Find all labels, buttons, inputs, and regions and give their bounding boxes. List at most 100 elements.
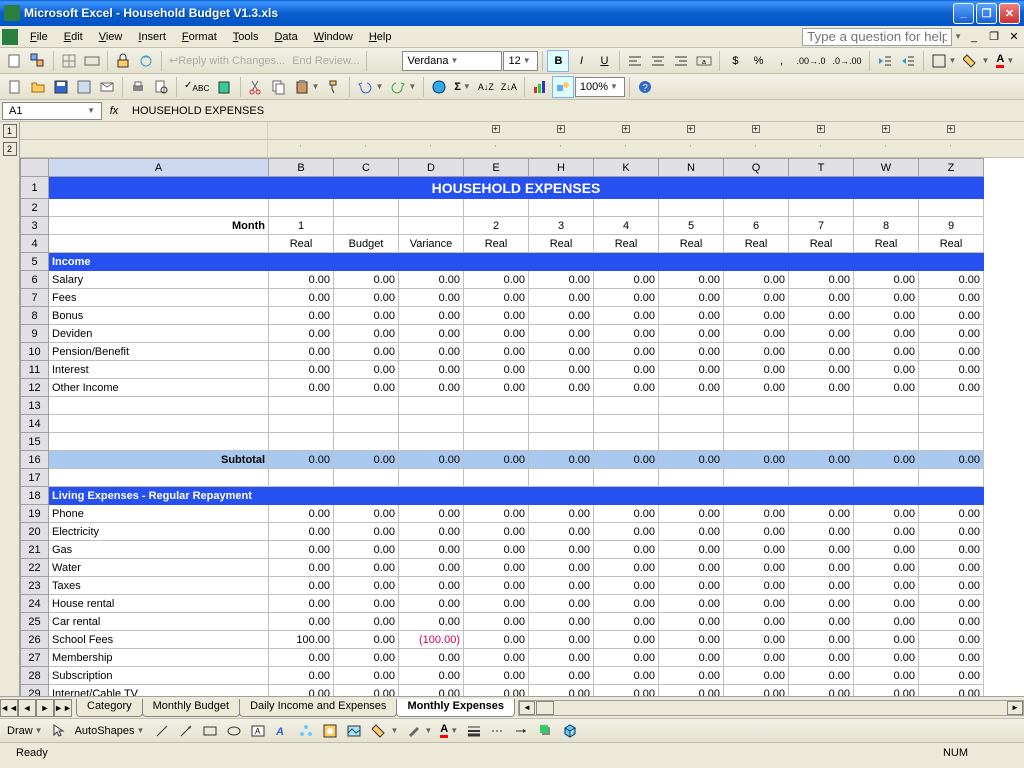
value-cell[interactable]: 0.00 — [789, 361, 854, 379]
outline-expand-col[interactable]: + — [853, 122, 918, 139]
value-cell[interactable]: 0.00 — [659, 559, 724, 577]
cell[interactable] — [594, 415, 659, 433]
cell[interactable] — [594, 469, 659, 487]
value-cell[interactable]: 0.00 — [919, 577, 984, 595]
cell[interactable] — [464, 397, 529, 415]
value-cell[interactable]: 0.00 — [854, 361, 919, 379]
cell[interactable] — [334, 397, 399, 415]
subheader-cell[interactable]: Real — [529, 235, 594, 253]
value-cell[interactable]: 0.00 — [854, 577, 919, 595]
subtotal-cell[interactable]: 0.00 — [724, 451, 789, 469]
autosum-button[interactable]: Σ▼ — [451, 76, 474, 98]
sheet-tab-category[interactable]: Category — [76, 699, 143, 717]
value-cell[interactable]: 0.00 — [399, 289, 464, 307]
value-cell[interactable]: 0.00 — [789, 559, 854, 577]
cell[interactable] — [659, 469, 724, 487]
subheader-cell[interactable]: Real — [919, 235, 984, 253]
merge-button[interactable] — [81, 50, 103, 72]
underline-button[interactable]: U — [593, 50, 615, 72]
merge-center-button[interactable]: a — [693, 50, 715, 72]
row-header-19[interactable]: 19 — [21, 505, 49, 523]
updates-button[interactable] — [135, 50, 157, 72]
value-cell[interactable]: 0.00 — [724, 667, 789, 685]
cell[interactable] — [464, 469, 529, 487]
value-cell[interactable]: 0.00 — [529, 379, 594, 397]
value-cell[interactable]: 0.00 — [594, 559, 659, 577]
comma-button[interactable]: , — [770, 50, 792, 72]
value-cell[interactable]: 0.00 — [919, 361, 984, 379]
value-cell[interactable]: 0.00 — [464, 289, 529, 307]
cell[interactable] — [854, 415, 919, 433]
cell[interactable] — [269, 433, 334, 451]
value-cell[interactable]: 0.00 — [399, 379, 464, 397]
value-cell[interactable]: 0.00 — [594, 685, 659, 697]
increase-decimal-button[interactable]: .00→.0 — [793, 50, 828, 72]
value-cell[interactable]: 0.00 — [399, 685, 464, 697]
align-right-button[interactable] — [670, 50, 692, 72]
value-cell[interactable]: 0.00 — [464, 595, 529, 613]
item-label[interactable]: Internet/Cable TV — [49, 685, 269, 697]
value-cell[interactable]: 0.00 — [464, 343, 529, 361]
row-header-9[interactable]: 9 — [21, 325, 49, 343]
month-cell[interactable]: 8 — [854, 217, 919, 235]
month-label[interactable]: Month — [49, 217, 269, 235]
subtotal-cell[interactable]: 0.00 — [269, 451, 334, 469]
row-header-17[interactable]: 17 — [21, 469, 49, 487]
value-cell[interactable]: 0.00 — [269, 595, 334, 613]
subheader-cell[interactable]: Real — [724, 235, 789, 253]
value-cell[interactable]: 0.00 — [854, 559, 919, 577]
subheader-cell[interactable]: Real — [594, 235, 659, 253]
value-cell[interactable]: 0.00 — [269, 613, 334, 631]
value-cell[interactable]: 0.00 — [724, 685, 789, 697]
value-cell[interactable]: 0.00 — [464, 307, 529, 325]
chart-wizard-button[interactable] — [529, 76, 551, 98]
value-cell[interactable]: 0.00 — [724, 271, 789, 289]
cell[interactable] — [49, 235, 269, 253]
value-cell[interactable]: 0.00 — [529, 361, 594, 379]
textbox-tool[interactable]: A — [247, 720, 269, 742]
value-cell[interactable]: 0.00 — [464, 685, 529, 697]
increase-indent-button[interactable] — [897, 50, 919, 72]
help-button[interactable]: ? — [634, 76, 656, 98]
value-cell[interactable]: 0.00 — [724, 595, 789, 613]
value-cell[interactable]: 0.00 — [789, 667, 854, 685]
column-header-D[interactable]: D — [399, 159, 464, 177]
value-cell[interactable]: 0.00 — [269, 523, 334, 541]
value-cell[interactable]: 0.00 — [659, 505, 724, 523]
value-cell[interactable]: 0.00 — [334, 271, 399, 289]
value-cell[interactable]: 0.00 — [399, 523, 464, 541]
column-header-E[interactable]: E — [464, 159, 529, 177]
value-cell[interactable]: 0.00 — [594, 361, 659, 379]
value-cell[interactable]: 0.00 — [269, 325, 334, 343]
value-cell[interactable]: 0.00 — [854, 289, 919, 307]
select-objects-button[interactable] — [48, 720, 70, 742]
value-cell[interactable]: 0.00 — [529, 271, 594, 289]
doc-restore-button[interactable]: ❐ — [986, 29, 1002, 45]
cell[interactable] — [49, 433, 269, 451]
value-cell[interactable]: 0.00 — [399, 649, 464, 667]
value-cell[interactable]: 0.00 — [529, 307, 594, 325]
subheader-cell[interactable]: Real — [659, 235, 724, 253]
value-cell[interactable]: 0.00 — [789, 271, 854, 289]
value-cell[interactable]: 0.00 — [594, 343, 659, 361]
value-cell[interactable]: 0.00 — [464, 379, 529, 397]
tab-nav-prev[interactable]: ◄ — [18, 699, 36, 717]
value-cell[interactable]: 0.00 — [399, 667, 464, 685]
value-cell[interactable]: 0.00 — [659, 379, 724, 397]
column-header-B[interactable]: B — [269, 159, 334, 177]
value-cell[interactable]: 0.00 — [854, 667, 919, 685]
cell[interactable] — [399, 199, 464, 217]
value-cell[interactable]: 0.00 — [724, 559, 789, 577]
line-tool[interactable] — [151, 720, 173, 742]
value-cell[interactable]: 0.00 — [789, 379, 854, 397]
value-cell[interactable]: 0.00 — [789, 649, 854, 667]
cell[interactable] — [399, 415, 464, 433]
value-cell[interactable]: 0.00 — [789, 685, 854, 697]
close-button[interactable]: ✕ — [999, 3, 1020, 24]
value-cell[interactable]: 0.00 — [854, 631, 919, 649]
value-cell[interactable]: 0.00 — [529, 523, 594, 541]
value-cell[interactable]: 0.00 — [594, 631, 659, 649]
sheet-protect-button[interactable] — [112, 50, 134, 72]
value-cell[interactable]: 0.00 — [724, 307, 789, 325]
value-cell[interactable]: 0.00 — [269, 289, 334, 307]
